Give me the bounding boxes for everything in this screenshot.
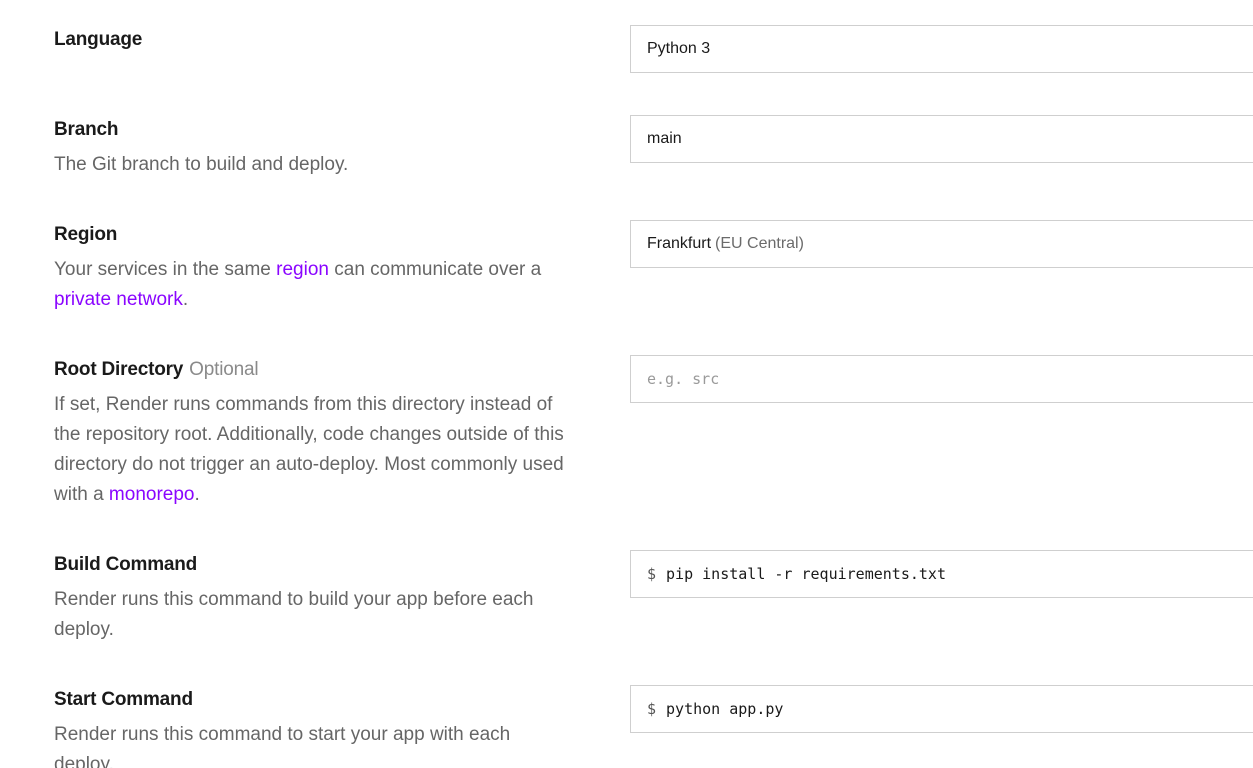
- region-value: Frankfurt: [647, 235, 712, 252]
- build-command-label-group: Build Command Render runs this command t…: [54, 550, 584, 645]
- region-desc-text-2: can communicate over a: [328, 259, 542, 280]
- build-command-title: Build Command: [54, 554, 198, 575]
- start-command-value: python app.py: [666, 700, 784, 718]
- region-title: Region: [54, 224, 118, 245]
- region-desc-text-3: .: [182, 289, 189, 310]
- start-command-input[interactable]: $ python app.py: [630, 685, 1253, 733]
- build-command-input[interactable]: $ pip install -r requirements.txt: [630, 550, 1253, 598]
- region-link[interactable]: region: [276, 259, 329, 280]
- start-command-label-group: Start Command Render runs this command t…: [54, 685, 584, 768]
- region-label-group: Region Your services in the same region …: [54, 220, 584, 315]
- branch-label-group: Branch The Git branch to build and deplo…: [54, 115, 584, 180]
- build-command-value: pip install -r requirements.txt: [666, 565, 946, 583]
- root-directory-desc-end: .: [194, 484, 200, 505]
- start-command-prompt: $: [647, 700, 657, 718]
- optional-tag: Optional: [189, 359, 259, 380]
- region-select[interactable]: Frankfurt (EU Central): [630, 220, 1253, 268]
- build-command-description: Render runs this command to build your a…: [54, 589, 534, 640]
- root-directory-label-group: Root Directory Optional If set, Render ru…: [54, 355, 584, 510]
- region-value-detail: (EU Central): [715, 235, 804, 252]
- private-network-link[interactable]: private network: [54, 289, 183, 310]
- region-desc-text-1: Your services in the same: [54, 259, 277, 280]
- monorepo-link[interactable]: monorepo: [109, 484, 195, 505]
- region-description: Your services in the same region can com…: [54, 255, 584, 315]
- build-command-prompt: $: [647, 565, 657, 583]
- start-command-description: Render runs this command to start your a…: [54, 724, 511, 768]
- branch-value: main: [647, 130, 682, 147]
- root-directory-title: Root Directory: [54, 359, 184, 380]
- branch-select[interactable]: main: [630, 115, 1253, 163]
- root-directory-title-line: Root Directory Optional: [54, 355, 584, 385]
- language-label-group: Language: [54, 25, 584, 55]
- language-select[interactable]: Python 3: [630, 25, 1253, 73]
- root-directory-description: If set, Render runs commands from this d…: [54, 390, 582, 510]
- root-directory-placeholder: e.g. src: [647, 370, 720, 388]
- service-settings-form: Language Python 3 Branch The Git branch …: [0, 0, 1253, 768]
- language-title: Language: [54, 29, 143, 50]
- branch-description: The Git branch to build and deploy.: [54, 154, 349, 175]
- start-command-title: Start Command: [54, 689, 193, 710]
- language-value: Python 3: [647, 40, 711, 57]
- branch-title: Branch: [54, 119, 119, 140]
- root-directory-input[interactable]: e.g. src: [630, 355, 1253, 403]
